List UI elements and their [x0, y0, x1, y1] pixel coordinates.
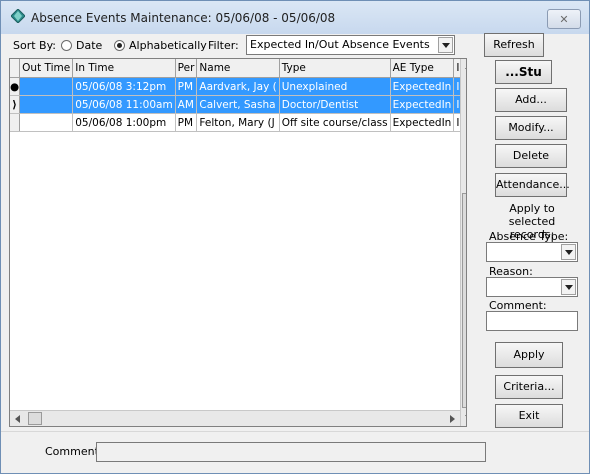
absence-events-grid[interactable]: Out Time In Time Per Name Type AE Type I…	[9, 58, 467, 427]
table-row[interactable]: 05/06/08 1:00pm PM Felton, Mary (J Off s…	[10, 113, 466, 132]
cell-per[interactable]: AM	[175, 95, 198, 114]
close-icon: ✕	[559, 12, 569, 26]
refresh-button[interactable]: Refresh	[484, 33, 544, 57]
cell-per[interactable]: PM	[175, 77, 198, 96]
cell-name[interactable]: Felton, Mary (J	[196, 113, 280, 132]
scroll-left-icon[interactable]	[10, 411, 26, 426]
footer-divider	[1, 431, 589, 432]
cell-out-time[interactable]	[19, 95, 74, 114]
attendance-button[interactable]: Attendance...	[495, 173, 570, 197]
vertical-scroll-thumb[interactable]	[462, 193, 466, 408]
column-header-type[interactable]: Type	[279, 59, 391, 78]
cell-per[interactable]: PM	[175, 113, 198, 132]
delete-button[interactable]: Delete	[495, 144, 567, 168]
cell-type[interactable]: Off site course/class	[279, 113, 391, 132]
cell-ae-type[interactable]: ExpectedIn	[390, 95, 455, 114]
row-indicator[interactable]: ●	[10, 77, 21, 96]
horizontal-scroll-thumb[interactable]	[28, 412, 42, 425]
filter-label: Filter:	[208, 39, 239, 52]
sort-by-label: Sort By:	[13, 39, 57, 52]
cell-out-time[interactable]	[19, 77, 74, 96]
scroll-right-icon[interactable]	[444, 411, 460, 426]
cell-in-time[interactable]: 05/06/08 11:00am	[72, 95, 176, 114]
sort-alphabetically-label[interactable]: Alphabetically	[129, 39, 207, 52]
exit-button[interactable]: Exit	[495, 404, 563, 428]
filter-dropdown[interactable]: Expected In/Out Absence Events	[246, 35, 455, 55]
cell-ae-type[interactable]: ExpectedIn	[390, 113, 455, 132]
scroll-up-icon[interactable]	[461, 59, 466, 75]
column-header[interactable]	[10, 59, 21, 78]
add-button[interactable]: Add...	[495, 88, 567, 112]
criteria-button[interactable]: Criteria...	[495, 375, 563, 399]
app-diamond-icon	[11, 9, 25, 23]
column-header-per[interactable]: Per	[175, 59, 198, 78]
vertical-scrollbar[interactable]	[460, 59, 466, 426]
window-title: Absence Events Maintenance: 05/06/08 - 0…	[31, 11, 336, 25]
column-header-out-time[interactable]: Out Time	[19, 59, 74, 78]
footer-comment-label: Comment:	[45, 445, 103, 458]
column-header-name[interactable]: Name	[196, 59, 280, 78]
column-header-in-time[interactable]: In Time	[72, 59, 176, 78]
cell-out-time[interactable]	[19, 113, 74, 132]
chevron-down-icon[interactable]	[438, 37, 453, 53]
cell-in-time[interactable]: 05/06/08 1:00pm	[72, 113, 176, 132]
title-bar: Absence Events Maintenance: 05/06/08 - 0…	[1, 1, 589, 34]
sort-date-label[interactable]: Date	[76, 39, 102, 52]
events-table: Out Time In Time Per Name Type AE Type I…	[10, 59, 466, 132]
chevron-down-icon[interactable]	[561, 279, 576, 295]
cell-type[interactable]: Doctor/Dentist	[279, 95, 391, 114]
side-comment-input[interactable]	[486, 311, 578, 331]
modify-button[interactable]: Modify...	[495, 116, 567, 140]
table-row[interactable]: ● 05/06/08 3:12pm PM Aardvark, Jay ( Une…	[10, 77, 466, 96]
table-header-row: Out Time In Time Per Name Type AE Type I…	[10, 59, 466, 78]
student-button[interactable]: ...Stu	[495, 60, 552, 84]
sort-alphabetically-radio[interactable]	[114, 40, 125, 51]
column-header-ae-type[interactable]: AE Type	[390, 59, 455, 78]
close-button[interactable]: ✕	[547, 9, 581, 29]
chevron-down-icon[interactable]	[561, 244, 576, 260]
scroll-down-icon[interactable]	[461, 410, 466, 426]
cell-type[interactable]: Unexplained	[279, 77, 391, 96]
cell-name[interactable]: Aardvark, Jay (	[196, 77, 280, 96]
reason-dropdown[interactable]	[486, 277, 578, 297]
filter-value: Expected In/Out Absence Events	[250, 38, 430, 51]
table-row[interactable]: ⟩ 05/06/08 11:00am AM Calvert, Sasha Doc…	[10, 95, 466, 114]
row-indicator[interactable]	[10, 113, 21, 132]
sort-date-radio[interactable]	[61, 40, 72, 51]
absence-type-dropdown[interactable]	[486, 242, 578, 262]
cell-name[interactable]: Calvert, Sasha	[196, 95, 280, 114]
row-indicator[interactable]: ⟩	[10, 95, 21, 114]
footer-comment-field[interactable]	[96, 442, 486, 462]
horizontal-scrollbar[interactable]	[10, 410, 460, 426]
cell-ae-type[interactable]: ExpectedIn	[390, 77, 455, 96]
cell-in-time[interactable]: 05/06/08 3:12pm	[72, 77, 176, 96]
absence-events-window: Absence Events Maintenance: 05/06/08 - 0…	[0, 0, 590, 474]
apply-button[interactable]: Apply	[495, 342, 563, 368]
